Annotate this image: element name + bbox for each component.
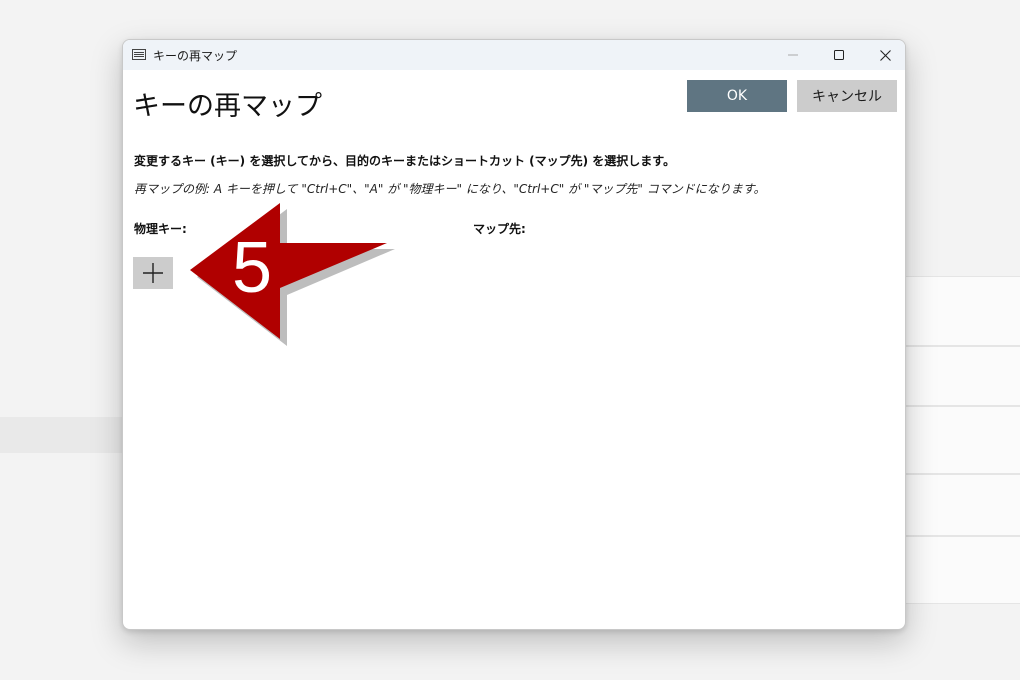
plus-icon	[143, 263, 163, 283]
background-card	[900, 536, 1020, 604]
ok-button[interactable]: OK	[687, 80, 787, 112]
close-icon	[879, 49, 891, 61]
instruction-text: 変更するキー (キー) を選択してから、目的のキーまたはショートカット (マップ…	[134, 154, 676, 168]
step-arrow-callout	[190, 203, 395, 346]
step-number: 5	[232, 228, 273, 308]
minimize-button[interactable]	[770, 40, 816, 70]
title-bar[interactable]: キーの再マップ	[123, 40, 905, 70]
close-button[interactable]	[862, 40, 905, 70]
window-title: キーの再マップ	[153, 49, 238, 63]
maximize-icon	[834, 50, 844, 60]
page-title: キーの再マップ	[133, 91, 322, 122]
background-band	[0, 417, 130, 453]
keyboard-icon	[132, 49, 146, 60]
example-text: 再マップの例: A キーを押して "Ctrl+C"、"A" が "物理キー" に…	[134, 182, 766, 196]
physical-key-label: 物理キー:	[134, 222, 187, 236]
maximize-button[interactable]	[816, 40, 862, 70]
background-card	[900, 474, 1020, 536]
mapped-to-label: マップ先:	[473, 222, 526, 236]
minimize-icon	[788, 54, 798, 56]
background-card	[900, 406, 1020, 474]
background-card	[900, 346, 1020, 406]
add-key-remap-button[interactable]	[133, 257, 173, 289]
background-card	[900, 276, 1020, 346]
cancel-button[interactable]: キャンセル	[797, 80, 897, 112]
